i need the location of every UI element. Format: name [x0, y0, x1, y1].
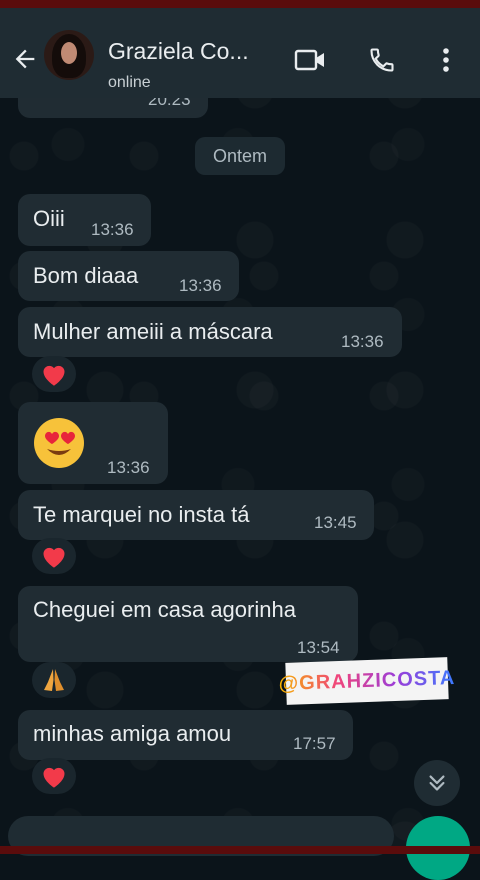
message-text: Te marquei no insta tá	[33, 502, 250, 527]
heart-icon	[43, 547, 65, 568]
message-text: minhas amiga amou	[33, 721, 232, 746]
message-bubble[interactable]: Oiii 13:36	[18, 194, 151, 246]
watermark-text: @GRAHZICOSTA	[278, 666, 456, 695]
instagram-handle-sticker: @GRAHZICOSTA	[278, 657, 456, 705]
reaction-heart[interactable]	[32, 538, 76, 574]
message-bubble[interactable]: minhas amiga amou 17:57	[18, 710, 353, 760]
heart-icon	[43, 767, 65, 788]
reaction-folded-hands[interactable]	[32, 662, 76, 698]
message-time: 13:54	[297, 638, 340, 657]
arrow-left-icon	[15, 49, 35, 69]
double-chevron-down-icon	[429, 775, 445, 791]
avatar[interactable]	[44, 30, 94, 80]
chat-header: Graziela Co... online	[0, 8, 480, 98]
message-bubble[interactable]: Bom diaaa 13:36	[18, 251, 239, 301]
message-time: 13:45	[314, 513, 357, 532]
video-camera-icon	[294, 49, 324, 71]
message-bubble-emoji[interactable]: 13:36	[18, 402, 168, 484]
reaction-heart[interactable]	[32, 356, 76, 392]
voice-call-button[interactable]	[366, 44, 398, 76]
message-time: 13:36	[91, 220, 134, 239]
message-time: 13:36	[179, 276, 222, 295]
message-bubble[interactable]: Cheguei em casa agorinha 13:54	[18, 586, 358, 662]
phone-icon	[370, 48, 394, 72]
contact-status: online	[108, 74, 151, 91]
message-bubble[interactable]: Te marquei no insta tá 13:45	[18, 490, 374, 540]
message-text: Cheguei em casa agorinha	[33, 597, 296, 622]
message-time: 13:36	[341, 332, 384, 351]
back-button[interactable]	[8, 42, 42, 76]
bottom-frame-strip	[0, 846, 480, 854]
scroll-to-bottom-button[interactable]	[414, 760, 460, 806]
contact-name[interactable]: Graziela Co...	[108, 38, 249, 65]
message-text: Bom diaaa	[33, 263, 139, 288]
reaction-heart[interactable]	[32, 758, 76, 794]
more-options-button[interactable]	[430, 44, 462, 76]
heart-eyes-emoji-icon	[34, 418, 84, 468]
heart-icon	[43, 365, 65, 386]
message-text: Mulher ameiii a máscara	[33, 319, 273, 344]
video-call-button[interactable]	[294, 44, 326, 76]
message-bubble[interactable]: Mulher ameiii a máscara 13:36	[18, 307, 402, 357]
date-separator: Ontem	[195, 137, 285, 175]
more-vertical-icon	[443, 48, 449, 72]
message-text: Oiii	[33, 206, 65, 231]
folded-hands-icon	[44, 669, 64, 691]
top-frame-strip	[0, 0, 480, 8]
message-time: 13:36	[107, 458, 150, 477]
message-time: 17:57	[293, 734, 336, 753]
